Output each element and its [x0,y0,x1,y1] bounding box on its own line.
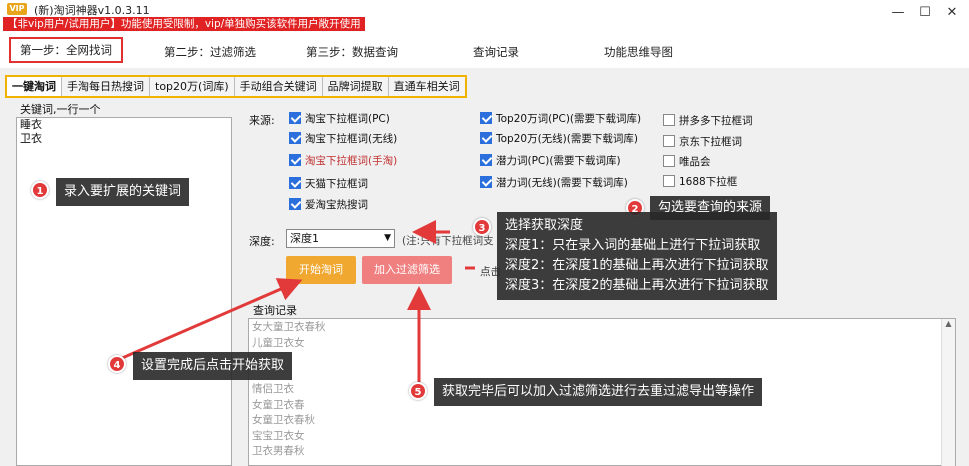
step-2-tab[interactable]: 第二步：过滤筛选 [164,44,256,60]
callout-number-1: 1 [31,181,49,199]
checkbox-icon [663,175,675,187]
checkbox-icon [480,154,492,166]
depth-label: 深度: [249,235,275,248]
close-button[interactable]: ✕ [944,6,960,20]
tab-daily-hot[interactable]: 手淘每日热搜词 [62,77,150,96]
callout-number-5: 5 [409,382,427,400]
keywords-label: 关键词,一行一个 [20,103,101,116]
maximize-button[interactable]: ☐ [917,6,933,20]
add-filter-button[interactable]: 加入过滤筛选 [362,256,452,284]
checkbox-icon [289,132,301,144]
history-scrollbar[interactable]: ▲ [941,319,955,466]
checkbox-icon [289,112,301,124]
source-checkbox[interactable]: 淘宝下拉框词(无线) [289,130,397,146]
tab-manual-combine[interactable]: 手动组合关键词 [234,77,323,96]
source-checkbox[interactable]: Top20万(无线)(需要下载词库) [480,130,638,146]
source-checkbox[interactable]: 天猫下拉框词 [289,175,368,191]
history-tab[interactable]: 查询记录 [473,44,519,60]
source-checkbox[interactable]: 潜力词(无线)(需要下载词库) [480,174,628,190]
source-checkbox[interactable]: 1688下拉框 [663,173,737,189]
start-button[interactable]: 开始淘词 [286,256,356,284]
source-checkbox[interactable]: 淘宝下拉框词(PC) [289,110,390,126]
checkbox-icon [289,154,301,166]
list-item: 儿童卫衣女 [252,336,305,349]
tab-top20w[interactable]: top20万(词库) [150,77,235,96]
list-item: 女童卫衣春秋 [252,414,315,426]
minimize-button[interactable]: — [890,6,906,20]
source-label: 来源: [249,114,275,127]
checkbox-icon [289,177,301,189]
checkbox-icon [480,176,492,188]
tab-ztc-related[interactable]: 直通车相关词 [388,77,465,96]
source-checkbox[interactable]: 淘宝下拉框词(手淘) [289,152,397,168]
list-item: 宝宝卫衣女 [252,429,305,442]
scroll-up-icon[interactable]: ▲ [942,319,955,328]
step-1-tab[interactable]: 第一步：全网找词 [9,37,123,63]
title-bar: VIP (新)淘词神器v1.0.3.11 【非vip用户/试用用户】功能使用受限… [0,0,969,34]
keyword-line: 睡衣 [20,118,42,131]
source-checkbox[interactable]: 唯品会 [663,153,711,169]
source-checkbox[interactable]: 拼多多下拉框词 [663,112,753,128]
source-checkbox[interactable]: 潜力词(PC)(需要下载词库) [480,152,621,168]
list-item: 女童卫衣春 [252,398,305,411]
window-title: (新)淘词神器v1.0.3.11 [34,4,150,17]
callout-number-4: 4 [108,355,126,373]
tab-brand-extract[interactable]: 品牌词提取 [322,77,389,96]
checkbox-icon [663,114,675,126]
history-label: 查询记录 [253,304,297,317]
chevron-down-icon: ▼ [384,233,391,243]
source-checkbox[interactable]: Top20万词(PC)(需要下载词库) [480,110,641,126]
tab-one-click[interactable]: 一键淘词 [7,77,62,96]
keywords-textarea[interactable]: 睡衣 卫衣 [16,117,232,466]
history-items: 女大童卫衣春秋 儿童卫衣女 情侣卫衣 女童卫衣春 女童卫衣春秋 宝宝卫衣女 卫衣… [252,320,326,460]
vip-warning-banner: 【非vip用户/试用用户】功能使用受限制，vip/单独购买该软件用户敞开使用 [3,17,365,31]
step-3-tab[interactable]: 第三步：数据查询 [306,44,398,60]
callout-4: 设置完成后点击开始获取 [133,352,293,380]
callout-1: 录入要扩展的关键词 [56,178,190,206]
keyword-line: 卫衣 [20,132,42,145]
list-item: 女大童卫衣春秋 [252,321,326,333]
source-checkbox[interactable]: 京东下拉框词 [663,133,742,149]
source-checkbox[interactable]: 爱淘宝热搜词 [289,196,368,212]
callout-number-3: 3 [473,218,491,236]
checkbox-icon [480,132,492,144]
list-item: 情侣卫衣 [252,383,294,395]
list-item: 卫衣男春秋 [252,445,305,457]
mindmap-tab[interactable]: 功能思维导图 [604,44,673,60]
step-navigation: 第一步：全网找词 第二步：过滤筛选 第三步：数据查询 查询记录 功能思维导图 [0,34,969,68]
callout-5: 获取完毕后可以加入过滤筛选进行去重过滤导出等操作 [434,378,763,406]
callout-3: 选择获取深度 深度1：只在录入词的基础上进行下拉词获取 深度2：在深度1的基础上… [497,212,777,300]
depth-select[interactable]: 深度1 ▼ [286,229,395,248]
checkbox-icon [289,198,301,210]
sub-tabs: 一键淘词 手淘每日热搜词 top20万(词库) 手动组合关键词 品牌词提取 直通… [5,75,467,98]
checkbox-icon [663,155,675,167]
vip-icon: VIP [7,3,27,15]
checkbox-icon [480,112,492,124]
checkbox-icon [663,135,675,147]
